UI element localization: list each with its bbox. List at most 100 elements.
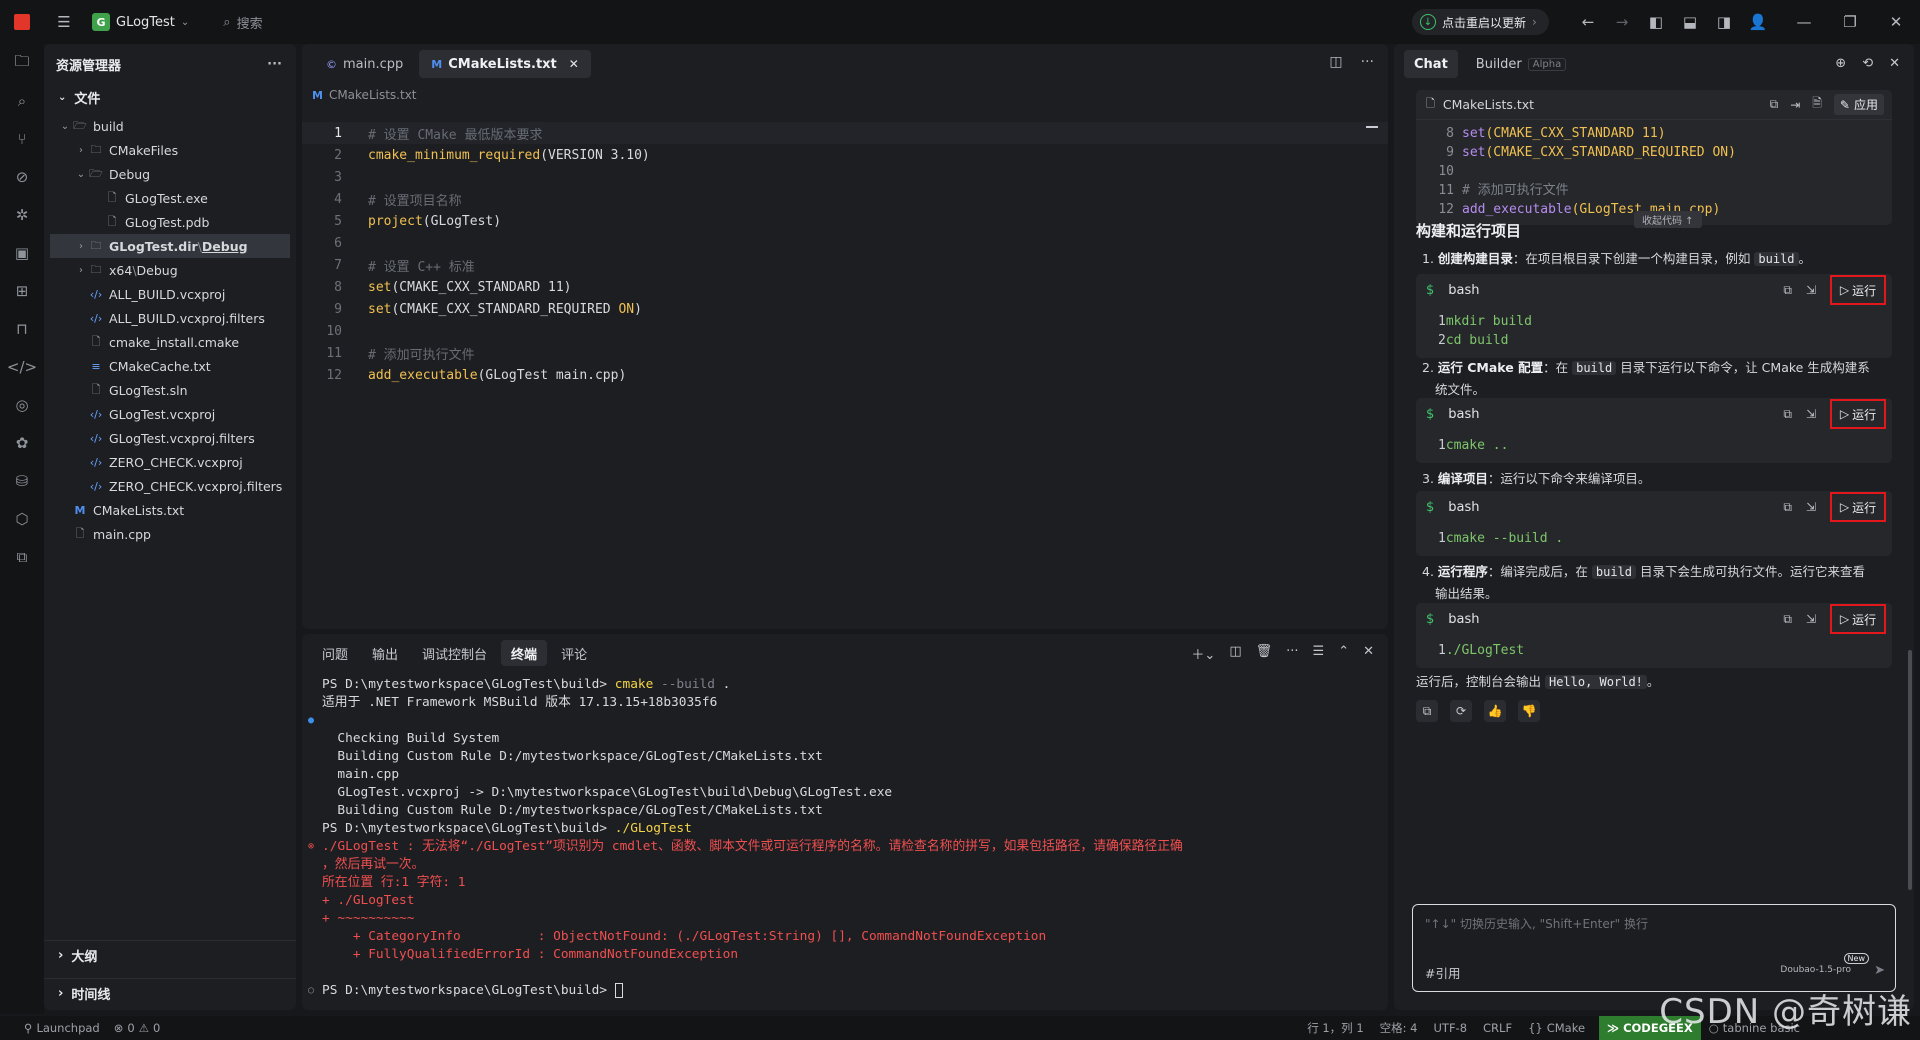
- outline-section-header[interactable]: › 大纲: [44, 940, 296, 970]
- more-icon[interactable]: ···: [1361, 54, 1374, 70]
- copy-icon[interactable]: ⧉: [1770, 97, 1779, 112]
- tree-item[interactable]: 🗋 GLogTest.sln: [50, 378, 290, 402]
- toggle-sidebar-icon[interactable]: ◧: [1642, 8, 1670, 36]
- trash-icon[interactable]: 🗑: [1256, 644, 1273, 663]
- back-arrow-icon[interactable]: ←: [1574, 8, 1602, 36]
- close-icon[interactable]: ✕: [569, 57, 579, 71]
- tree-item[interactable]: 🗋 GLogTest.pdb: [50, 210, 290, 234]
- run-button[interactable]: ▷ 运行: [1830, 399, 1886, 429]
- collapse-code-button[interactable]: 收起代码 ↑: [1634, 211, 1702, 228]
- split-terminal-icon[interactable]: ◫: [1229, 644, 1241, 663]
- panel-tab[interactable]: 终端: [501, 640, 548, 666]
- tree-item[interactable]: ‹/› ZERO_CHECK.vcxproj.filters: [50, 474, 290, 498]
- panel-tab[interactable]: 调试控制台: [412, 640, 497, 666]
- run-button[interactable]: ▷ 运行: [1830, 492, 1886, 522]
- panel-tab[interactable]: 输出: [362, 640, 408, 666]
- run-button[interactable]: ▷ 运行: [1830, 275, 1886, 305]
- split-editor-icon[interactable]: ◫: [1329, 54, 1342, 70]
- forward-arrow-icon[interactable]: →: [1608, 8, 1636, 36]
- insert-terminal-icon[interactable]: ⇲: [1806, 283, 1816, 297]
- tree-item[interactable]: 🗋 main.cpp: [50, 522, 290, 546]
- chat-scrollbar[interactable]: [1908, 650, 1912, 890]
- terminal-output[interactable]: PS D:\mytestworkspace\GLogTest\build> cm…: [308, 676, 1368, 1000]
- copy-icon[interactable]: ⧉: [1783, 612, 1792, 627]
- bookmark-icon[interactable]: ⊓: [0, 310, 44, 348]
- search-view-icon[interactable]: ⌕: [0, 82, 44, 120]
- launchpad-item[interactable]: ⚲ Launchpad: [24, 1021, 100, 1035]
- tree-item[interactable]: ⌄ 🗁 build: [50, 114, 290, 138]
- copy-icon[interactable]: ⧉: [1416, 700, 1438, 722]
- tree-item[interactable]: ‹/› ZERO_CHECK.vcxproj: [50, 450, 290, 474]
- extensions-icon[interactable]: ⊞: [0, 272, 44, 310]
- new-terminal-icon[interactable]: ＋⌄: [1191, 644, 1215, 663]
- more-icon[interactable]: ···: [1286, 644, 1298, 663]
- tree-item[interactable]: 🗋 GLogTest.exe: [50, 186, 290, 210]
- insert-terminal-icon[interactable]: ⇲: [1806, 612, 1816, 626]
- tree-item[interactable]: ‹/› GLogTest.vcxproj: [50, 402, 290, 426]
- menu-icon[interactable]: ☰: [50, 8, 78, 36]
- tab-builder[interactable]: Builder Alpha: [1466, 50, 1576, 78]
- tab-main-cpp[interactable]: © main.cpp: [314, 50, 415, 78]
- monitor-icon[interactable]: ▣: [0, 234, 44, 272]
- toggle-panel-icon[interactable]: ⬓: [1676, 8, 1704, 36]
- send-icon[interactable]: ➤: [1874, 963, 1885, 978]
- restore-icon[interactable]: ❐: [1836, 8, 1864, 36]
- tree-item[interactable]: › 🗀 CMakeFiles: [50, 138, 290, 162]
- minimize-icon[interactable]: —: [1790, 8, 1818, 36]
- tab-cmakelists[interactable]: M CMakeLists.txt ✕: [419, 50, 591, 78]
- chat-input[interactable]: "↑↓" 切换历史输入, "Shift+Enter" 换行 #引用 Doubao…: [1412, 904, 1896, 992]
- package-icon[interactable]: ⬡: [0, 500, 44, 538]
- copy-icon[interactable]: ⧉: [1783, 407, 1792, 422]
- debug-icon[interactable]: ✲: [0, 196, 44, 234]
- explorer-icon[interactable]: 🗀: [0, 44, 44, 82]
- tree-item[interactable]: › 🗀 x64 \ Debug: [50, 258, 290, 282]
- run-button[interactable]: ▷ 运行: [1830, 604, 1886, 634]
- copy-icon[interactable]: ⧉: [1783, 500, 1792, 515]
- new-chat-icon[interactable]: ⊕: [1835, 56, 1846, 71]
- breadcrumb[interactable]: M CMakeLists.txt: [302, 84, 1388, 106]
- project-switcher[interactable]: G GLogTest ⌄: [92, 13, 189, 31]
- preview-icon[interactable]: ⧉: [0, 538, 44, 576]
- close-icon[interactable]: ✕: [1363, 644, 1374, 663]
- tree-item[interactable]: ‹/› GLogTest.vcxproj.filters: [50, 426, 290, 450]
- cursor-position[interactable]: 行 1，列 1: [1307, 1020, 1363, 1036]
- tree-item[interactable]: M CMakeLists.txt: [50, 498, 290, 522]
- tree-item[interactable]: ‹/› ALL_BUILD.vcxproj: [50, 282, 290, 306]
- close-icon[interactable]: ✕: [1889, 56, 1900, 71]
- panel-tab[interactable]: 评论: [551, 640, 597, 666]
- maximize-panel-icon[interactable]: ⌃: [1338, 644, 1349, 663]
- timeline-section-header[interactable]: › 时间线: [44, 978, 296, 1008]
- toggle-secondary-sidebar-icon[interactable]: ◨: [1710, 8, 1738, 36]
- tree-item[interactable]: ≡ CMakeCache.txt: [50, 354, 290, 378]
- tree-item[interactable]: › 🗀 GLogTest.dir \ Debug: [50, 234, 290, 258]
- encoding[interactable]: UTF-8: [1434, 1021, 1468, 1035]
- tree-item[interactable]: ‹/› ALL_BUILD.vcxproj.filters: [50, 306, 290, 330]
- git-graph-icon[interactable]: ◎: [0, 386, 44, 424]
- reference-button[interactable]: #引用: [1425, 963, 1460, 982]
- apply-button[interactable]: ✎ 应用: [1833, 94, 1884, 115]
- restart-update-button[interactable]: ↓ 点击重启以更新 ›: [1412, 9, 1549, 35]
- settings-icon[interactable]: ☰: [1313, 644, 1325, 663]
- database-icon[interactable]: ⛁: [0, 462, 44, 500]
- tree-item[interactable]: ⌄ 🗁 Debug: [50, 162, 290, 186]
- code-editor[interactable]: 1 # 设置 CMake 最低版本要求 2 cmake_minimum_require…: [302, 122, 1388, 386]
- tree-item[interactable]: 🗋 cmake_install.cmake: [50, 330, 290, 354]
- search-box[interactable]: ⌕ 搜索: [223, 13, 262, 32]
- account-icon[interactable]: 👤: [1744, 8, 1772, 36]
- copy-icon[interactable]: ⧉: [1783, 283, 1792, 298]
- new-file-icon[interactable]: 🗎: [1812, 94, 1822, 115]
- tab-chat[interactable]: Chat: [1404, 50, 1458, 78]
- language-mode[interactable]: {} CMake: [1528, 1021, 1585, 1035]
- code-icon[interactable]: </>: [0, 348, 44, 386]
- more-icon[interactable]: ···: [267, 57, 282, 72]
- history-icon[interactable]: ⟲: [1862, 56, 1873, 71]
- insert-terminal-icon[interactable]: ⇲: [1806, 407, 1816, 421]
- panel-tab[interactable]: 问题: [312, 640, 358, 666]
- files-section-header[interactable]: ⌄ 文件: [44, 84, 296, 110]
- line-ending[interactable]: CRLF: [1483, 1021, 1512, 1035]
- indentation[interactable]: 空格: 4: [1380, 1020, 1418, 1036]
- model-selector[interactable]: Doubao-1.5-pro: [1780, 965, 1851, 975]
- source-control-icon[interactable]: ⑂: [0, 120, 44, 158]
- insert-terminal-icon[interactable]: ⇲: [1806, 500, 1816, 514]
- close-window-icon[interactable]: ✕: [1882, 8, 1910, 36]
